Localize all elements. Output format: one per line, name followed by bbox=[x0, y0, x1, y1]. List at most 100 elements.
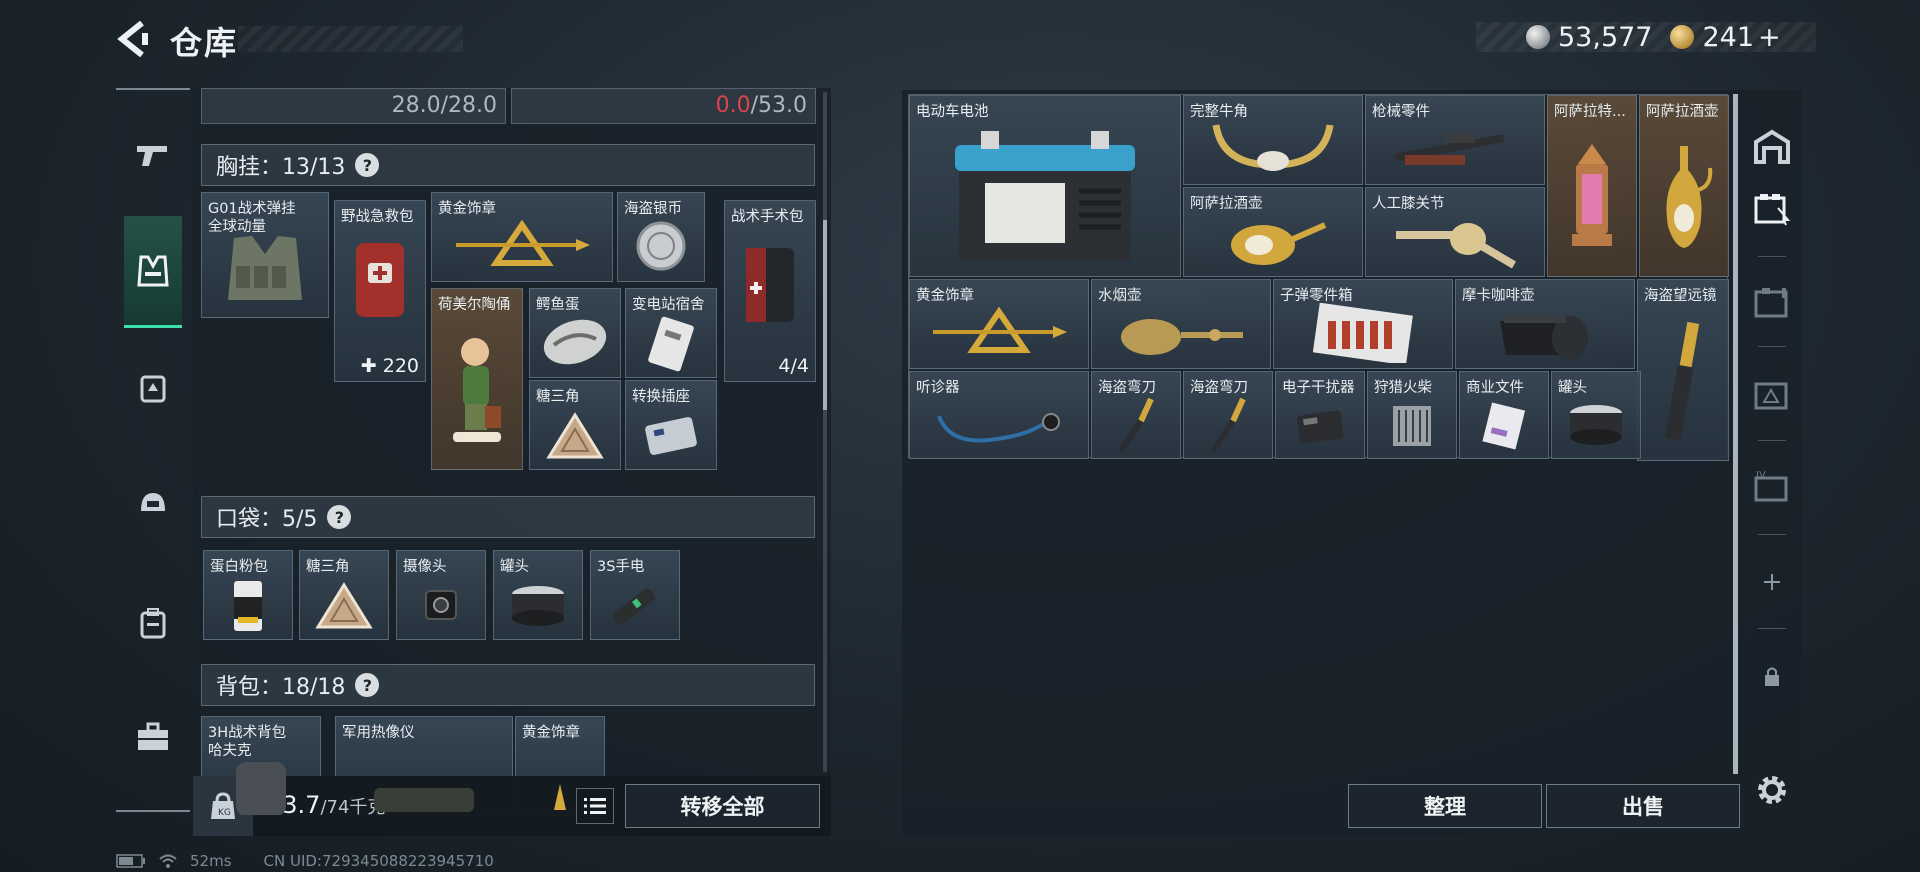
rail-armor-button[interactable] bbox=[124, 360, 182, 418]
status-bar: 52ms CN UID:7293450882239457​10 bbox=[116, 852, 494, 870]
list-view-button[interactable] bbox=[576, 788, 614, 824]
storage-tab-icon bbox=[1754, 288, 1788, 318]
sort-button[interactable]: 整理 bbox=[1348, 784, 1542, 828]
item-label: 3S手电 bbox=[597, 559, 645, 575]
chest-item-hummel-figurine[interactable]: 荷美尔陶俑 bbox=[431, 288, 523, 470]
add-gold-button[interactable]: + bbox=[1758, 22, 1781, 53]
warehouse-item-complete-horn[interactable]: 完整牛角 bbox=[1183, 95, 1363, 185]
warehouse-item-ev-battery[interactable]: 电动车电池 bbox=[909, 95, 1181, 277]
warehouse-item-gold-emblem[interactable]: 黄金饰章 bbox=[909, 279, 1089, 369]
backpack-brand: 哈夫克 bbox=[208, 743, 252, 759]
surgical-kit-uses: 4/4 bbox=[778, 355, 809, 377]
rail-backpack-button[interactable] bbox=[124, 594, 182, 652]
chest-item-gold-emblem[interactable]: 黄金饰章 bbox=[431, 192, 613, 282]
gold-emblem-icon bbox=[933, 306, 1067, 354]
first-aid-kit-icon bbox=[356, 243, 404, 318]
item-label: 海盗弯刀 bbox=[1190, 380, 1248, 396]
warehouse-tab-2[interactable] bbox=[1748, 278, 1796, 326]
warehouse-tab-4[interactable]: IV bbox=[1748, 462, 1796, 510]
chest-rig-help-icon[interactable]: ? bbox=[355, 153, 380, 177]
lock-icon bbox=[1765, 667, 1779, 686]
item-label: 战术手术包 bbox=[731, 209, 804, 225]
warehouse-item-moka-pot[interactable]: 摩卡咖啡壶 bbox=[1455, 279, 1635, 369]
locked-warehouse-tab[interactable] bbox=[1748, 652, 1796, 700]
warehouse-tab-1[interactable] bbox=[1748, 184, 1796, 232]
warehouse-grid[interactable]: 电动车电池 完整牛角 枪械零件 阿萨拉特... 阿萨拉酒壶 阿萨拉酒壶 人工膝关… bbox=[908, 94, 1729, 461]
item-label: 荷美尔陶俑 bbox=[438, 297, 511, 313]
page-title: 仓库 bbox=[170, 24, 239, 62]
sell-button[interactable]: 出售 bbox=[1546, 784, 1740, 828]
item-label: 人工膝关节 bbox=[1372, 196, 1445, 212]
warehouse-item-canned-food[interactable]: 罐头 bbox=[1551, 371, 1641, 459]
loadout-scrollbar[interactable] bbox=[823, 92, 827, 772]
backpack-capacity: 背包：18/18 bbox=[216, 675, 346, 700]
chest-item-first-aid-kit[interactable]: 野战急救包 ✚ 220 bbox=[334, 200, 426, 382]
chest-item-power-adapter[interactable]: 转换插座 bbox=[625, 380, 717, 470]
rail-weapon-button[interactable] bbox=[124, 126, 182, 184]
warehouse-scrollbar[interactable] bbox=[1733, 94, 1738, 774]
warehouse-item-pirate-telescope[interactable]: 海盗望远镜 bbox=[1637, 279, 1729, 461]
chest-item-sugar-triangle[interactable]: 糖三角 bbox=[529, 380, 621, 470]
hookah-icon bbox=[1121, 318, 1243, 355]
chest-item-crocodile-egg[interactable]: 鳄鱼蛋 bbox=[529, 288, 621, 378]
rail-helmet-button[interactable] bbox=[124, 474, 182, 532]
item-label: 蛋白粉包 bbox=[210, 559, 268, 575]
item-label: 野战急救包 bbox=[341, 209, 414, 225]
backpack-help-icon[interactable]: ? bbox=[355, 673, 380, 697]
warehouse-item-pirate-cutlass[interactable]: 海盗弯刀 bbox=[1091, 371, 1181, 459]
pocket-item-camera[interactable]: 摄像头 bbox=[396, 550, 486, 640]
warehouse-item-business-documents[interactable]: 商业文件 bbox=[1459, 371, 1549, 459]
thermal-imager-icon bbox=[374, 788, 474, 813]
pocket-item-3s-flashlight[interactable]: 3S手电 bbox=[590, 550, 680, 640]
crocodile-egg-icon bbox=[543, 319, 607, 365]
warehouse-item-hookah[interactable]: 水烟壶 bbox=[1091, 279, 1271, 369]
item-label: 听诊器 bbox=[916, 380, 960, 396]
rail-divider bbox=[1758, 534, 1786, 535]
warehouse-item-assara-flask[interactable]: 阿萨拉酒壶 bbox=[1639, 95, 1729, 277]
gold-currency[interactable]: 241 + bbox=[1670, 22, 1781, 53]
warehouse-item-electronic-jammer[interactable]: 电子干扰器 bbox=[1275, 371, 1365, 459]
rail-case-button[interactable] bbox=[124, 708, 182, 766]
jammer-icon bbox=[1296, 410, 1344, 444]
warehouse-panel[interactable]: 电动车电池 完整牛角 枪械零件 阿萨拉特... 阿萨拉酒壶 阿萨拉酒壶 人工膝关… bbox=[902, 90, 1802, 836]
chest-item-substation-dorm-key[interactable]: 变电站宿舍 bbox=[625, 288, 717, 378]
warehouse-item-stethoscope[interactable]: 听诊器 bbox=[909, 371, 1089, 459]
armor-durability: 28.0/28.0 bbox=[201, 88, 506, 124]
add-warehouse-tab-button[interactable] bbox=[1748, 558, 1796, 606]
warehouse-tab-3[interactable] bbox=[1748, 370, 1796, 418]
pocket-item-sugar-triangle[interactable]: 糖三角 bbox=[299, 550, 389, 640]
item-label: 军用热像仪 bbox=[342, 725, 415, 741]
tactical-backpack-icon bbox=[236, 761, 286, 815]
loadout-category-rail bbox=[116, 88, 190, 812]
rail-chest-rig-button[interactable] bbox=[124, 216, 182, 328]
pocket-item-protein-powder[interactable]: 蛋白粉包 bbox=[203, 550, 293, 640]
loadout-scrollbar-thumb[interactable] bbox=[823, 220, 827, 410]
can-icon bbox=[512, 585, 564, 626]
dagger-icon bbox=[1210, 398, 1246, 453]
warehouse-item-artificial-knee[interactable]: 人工膝关节 bbox=[1365, 187, 1545, 277]
settings-button[interactable] bbox=[1748, 766, 1796, 814]
back-button[interactable] bbox=[112, 18, 154, 60]
flashlight-icon bbox=[613, 588, 656, 625]
warehouse-item-gun-parts[interactable]: 枪械零件 bbox=[1365, 95, 1545, 185]
chest-item-surgical-kit[interactable]: 战术手术包 4/4 bbox=[724, 200, 816, 382]
svg-text:IV: IV bbox=[1756, 470, 1766, 481]
chest-item-pirate-silver-coin[interactable]: 海盗银币 bbox=[617, 192, 705, 282]
item-label: 电子干扰器 bbox=[1282, 380, 1355, 396]
item-label: 阿萨拉特... bbox=[1554, 104, 1626, 120]
transfer-all-button[interactable]: 转移全部 bbox=[625, 784, 820, 828]
flask-icon bbox=[1231, 221, 1327, 265]
item-label: 变电站宿舍 bbox=[632, 297, 705, 313]
pocket-item-canned-food[interactable]: 罐头 bbox=[493, 550, 583, 640]
warehouse-item-assara-flask-2[interactable]: 阿萨拉酒壶 bbox=[1183, 187, 1363, 277]
warehouse-item-bullet-parts-box[interactable]: 子弹零件箱 bbox=[1273, 279, 1453, 369]
loadout-panel[interactable]: 28.0/28.0 0.0/53.0 胸挂：13/13 ? G01战术弹挂 全球… bbox=[193, 88, 831, 836]
warehouse-tab-all[interactable] bbox=[1748, 122, 1796, 170]
pocket-help-icon[interactable]: ? bbox=[327, 505, 352, 529]
warehouse-item-assara-lantern[interactable]: 阿萨拉特... bbox=[1547, 95, 1637, 277]
chest-rig-equipped-slot[interactable]: G01战术弹挂 全球动量 bbox=[201, 192, 329, 318]
warehouse-item-hunting-matches[interactable]: 狩猎火柴 bbox=[1367, 371, 1457, 459]
item-label: 枪械零件 bbox=[1372, 104, 1430, 120]
item-label: 黄金饰章 bbox=[522, 725, 580, 741]
warehouse-item-pirate-cutlass-2[interactable]: 海盗弯刀 bbox=[1183, 371, 1273, 459]
